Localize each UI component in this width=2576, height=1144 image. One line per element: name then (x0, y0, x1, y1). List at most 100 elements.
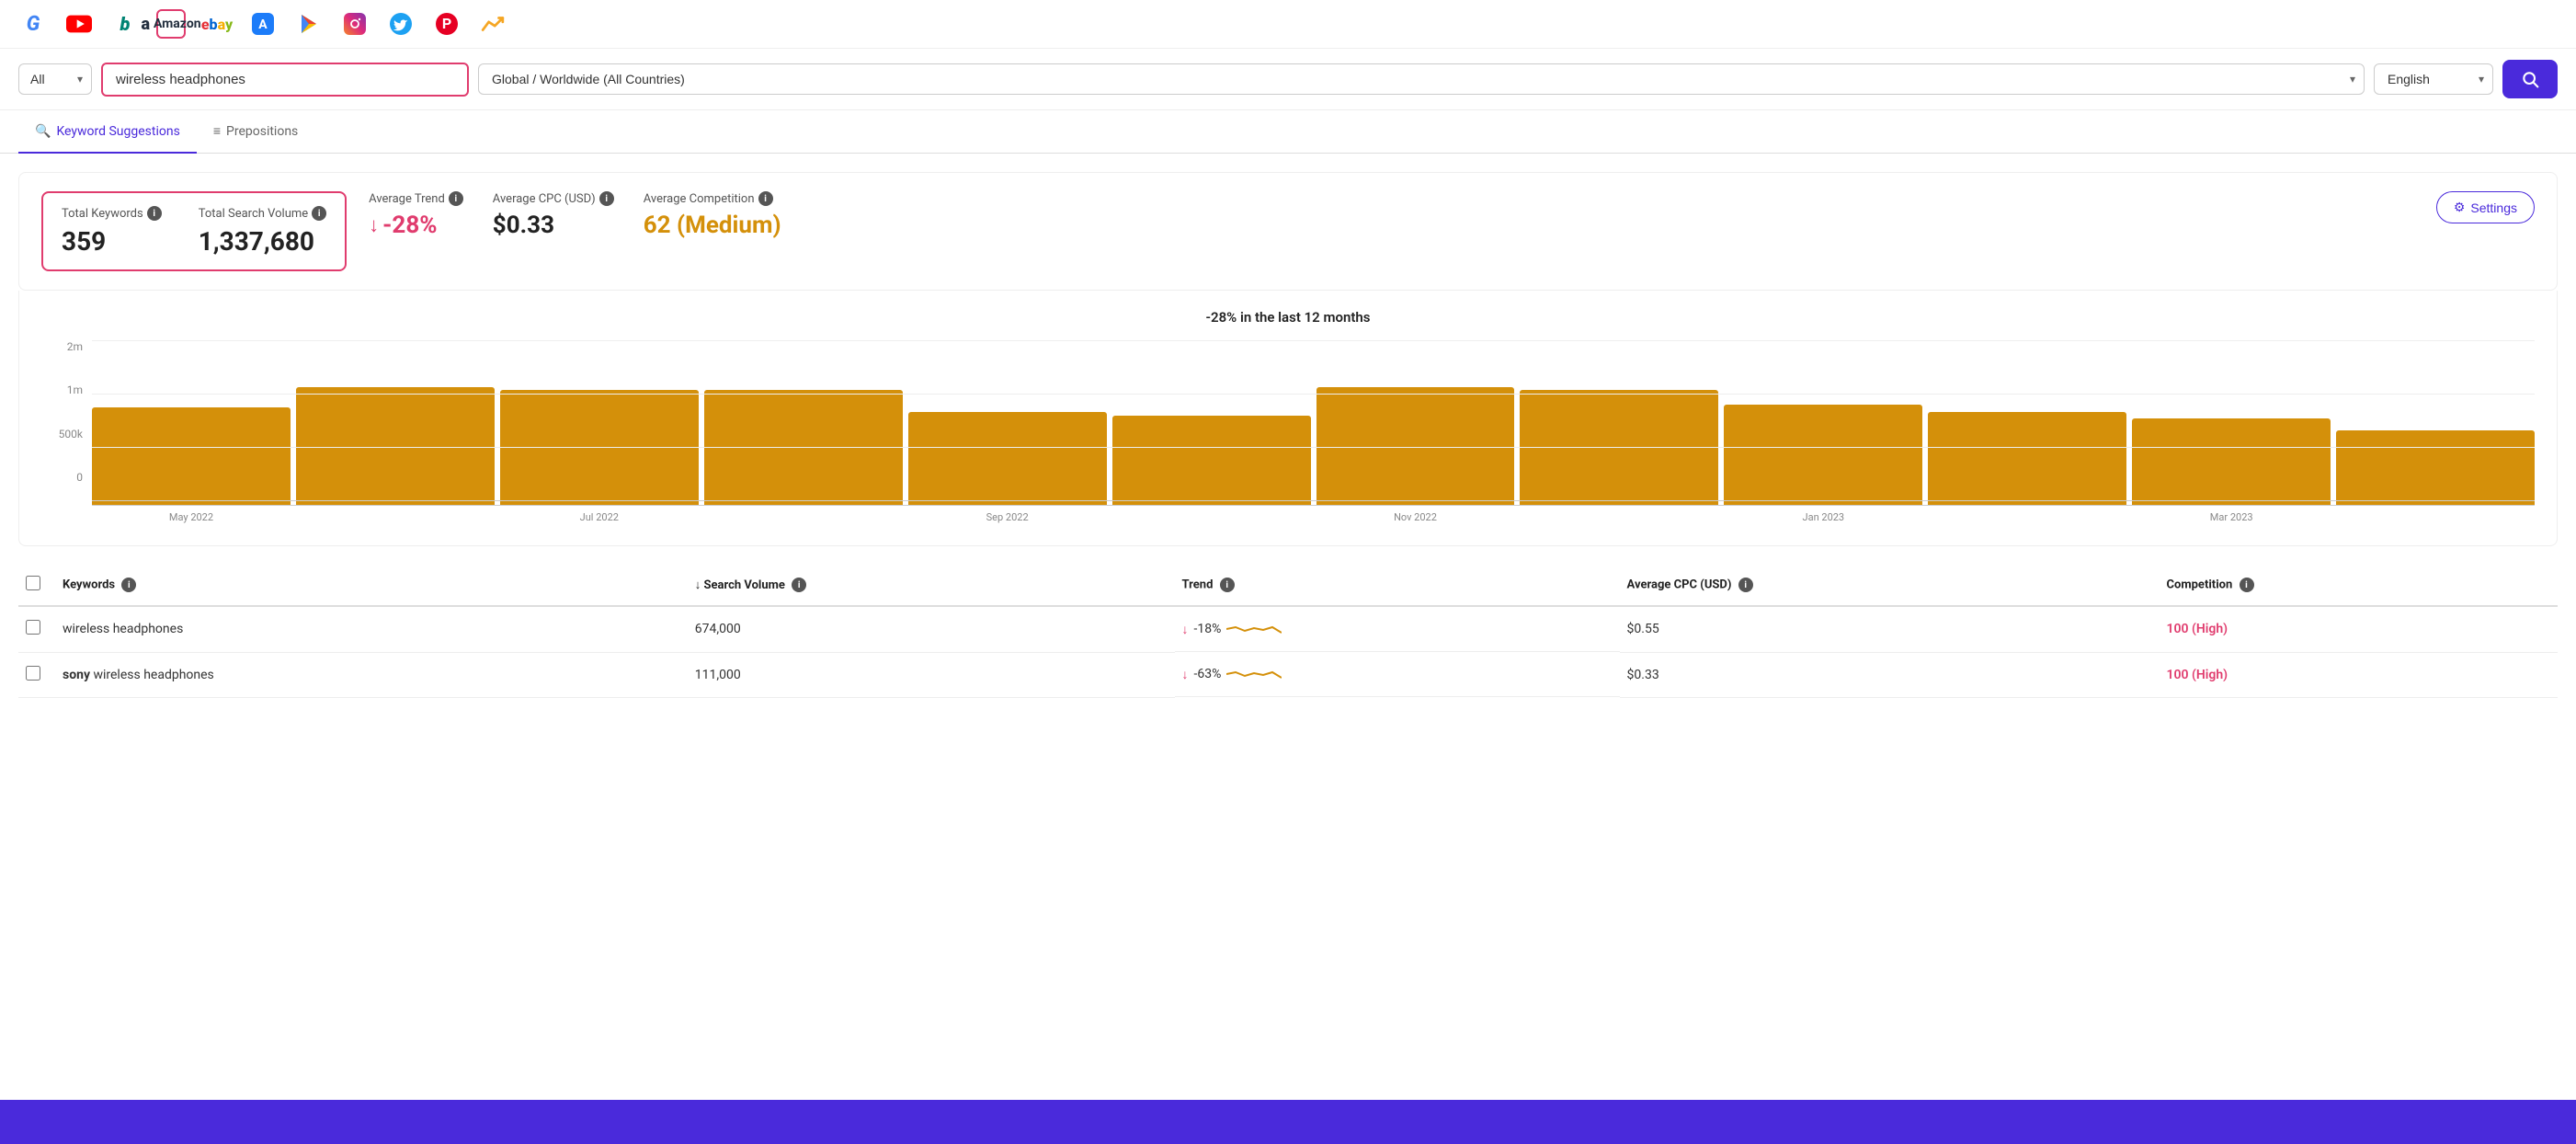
average-trend-label: Average Trend i (369, 191, 463, 206)
bar-label-11 (2336, 511, 2535, 523)
average-competition-info-icon[interactable]: i (758, 191, 773, 206)
average-cpc-info-icon[interactable]: i (599, 191, 614, 206)
total-search-volume-label: Total Search Volume i (199, 206, 326, 221)
chart-bars-container: May 2022Jul 2022Sep 2022Nov 2022Jan 2023… (92, 340, 2535, 523)
bar-1[interactable] (296, 387, 495, 505)
search-type-wrapper[interactable]: All (18, 63, 92, 95)
bar-8[interactable] (1724, 405, 1922, 505)
total-search-volume-info-icon[interactable]: i (312, 206, 326, 221)
table-row: sony wireless headphones111,000↓-63%$0.3… (18, 652, 2558, 697)
total-search-volume-card: Total Search Volume i 1,337,680 (199, 206, 326, 257)
trend-cell-0: ↓ -18% (1175, 607, 1620, 652)
bar-7[interactable] (1520, 390, 1718, 505)
language-select[interactable]: English (2374, 63, 2493, 95)
total-keywords-value: 359 (62, 226, 162, 257)
select-all-checkbox[interactable] (26, 576, 40, 590)
keywords-col-info-icon[interactable]: i (121, 578, 136, 592)
bar-label-6: Nov 2022 (1316, 511, 1515, 523)
bar-9[interactable] (1928, 412, 2126, 505)
bar-col-1 (296, 387, 495, 505)
bar-label-5 (1112, 511, 1311, 523)
youtube-nav-icon[interactable] (64, 9, 94, 39)
trend-arrow-down-icon: ↓ (369, 213, 379, 237)
bar-10[interactable] (2132, 418, 2331, 505)
chart-y-axis: 2m 1m 500k 0 (41, 340, 83, 506)
chart-container: 2m 1m 500k 0 May 2022 Jul 2022 Sep 2022 Nov… (41, 340, 2535, 523)
search-type-select[interactable]: All (18, 63, 92, 95)
location-wrapper[interactable]: Global / Worldwide (All Countries) (478, 63, 2365, 95)
average-trend-value: -28% (382, 212, 437, 239)
average-cpc-value: $0.33 (493, 212, 614, 239)
prepositions-icon: ≡ (213, 123, 221, 139)
competition-col-info-icon[interactable]: i (2240, 578, 2254, 592)
tab-prepositions[interactable]: ≡ Prepositions (197, 110, 314, 154)
trend-down-arrow-icon-1: ↓ (1182, 667, 1189, 682)
search-volume-col-info-icon[interactable]: i (792, 578, 806, 592)
average-cpc-label: Average CPC (USD) i (493, 191, 614, 206)
bar-col-10 (2132, 418, 2331, 505)
search-input[interactable] (116, 72, 454, 87)
bar-3[interactable] (704, 390, 903, 505)
bar-col-6 (1316, 387, 1515, 505)
amazon-nav-icon[interactable]: a Amazon (156, 9, 186, 39)
bar-col-11 (2336, 430, 2535, 505)
bar-label-10: Mar 2023 (2132, 511, 2331, 523)
stats-section: Total Keywords i 359 Total Search Volume… (18, 172, 2558, 291)
pinterest-nav-icon[interactable]: P (432, 9, 462, 39)
total-keywords-info-icon[interactable]: i (147, 206, 162, 221)
bar-5[interactable] (1112, 416, 1311, 505)
chart-section: -28% in the last 12 months 2m 1m 500k 0 … (18, 291, 2558, 546)
bar-4[interactable] (908, 412, 1107, 505)
competition-cell-0: 100 (High) (2160, 606, 2558, 652)
twitter-nav-icon[interactable] (386, 9, 416, 39)
search-volume-cell-1: 111,000 (688, 652, 1175, 697)
bars-row (92, 340, 2535, 506)
total-keywords-card: Total Keywords i 359 (62, 206, 162, 257)
average-cpc-card: Average CPC (USD) i $0.33 (493, 191, 614, 239)
row-checkbox-0[interactable] (26, 620, 40, 635)
table-header-avg-cpc: Average CPC (USD) i (1620, 565, 2160, 606)
trend-col-info-icon[interactable]: i (1220, 578, 1235, 592)
keyword-cell-1: sony wireless headphones (55, 652, 688, 697)
location-select[interactable]: Global / Worldwide (All Countries) (478, 63, 2365, 95)
bar-col-4 (908, 412, 1107, 505)
bottom-spacer (0, 698, 2576, 753)
bar-11[interactable] (2336, 430, 2535, 505)
trend-down-arrow-icon-0: ↓ (1182, 622, 1189, 637)
appstore-nav-icon[interactable]: A (248, 9, 278, 39)
sparkline-1 (1226, 665, 1282, 683)
prepositions-label: Prepositions (226, 124, 298, 139)
language-wrapper[interactable]: English (2374, 63, 2493, 95)
settings-button[interactable]: ⚙ Settings (2436, 191, 2535, 223)
total-keywords-label: Total Keywords i (62, 206, 162, 221)
google-nav-icon[interactable]: G (18, 9, 48, 39)
average-competition-card: Average Competition i 62 (Medium) (644, 191, 781, 239)
search-input-wrapper (101, 63, 469, 97)
svg-text:P: P (442, 15, 451, 32)
ebay-nav-icon[interactable]: ebay (202, 9, 232, 39)
bar-col-2 (500, 390, 699, 505)
bar-label-3 (704, 511, 903, 523)
bar-6[interactable] (1316, 387, 1515, 505)
trend-value-0: -18% (1194, 622, 1222, 636)
bing-nav-icon[interactable]: b (110, 9, 140, 39)
bar-label-4: Sep 2022 (908, 511, 1107, 523)
bar-2[interactable] (500, 390, 699, 505)
average-trend-info-icon[interactable]: i (449, 191, 463, 206)
bar-label-9 (1928, 511, 2126, 523)
bar-0[interactable] (92, 407, 291, 505)
trends-nav-icon[interactable] (478, 9, 507, 39)
table-section: Keywords i ↓ Search Volume i Trend i Ave… (18, 565, 2558, 698)
search-button[interactable] (2502, 60, 2558, 98)
trend-cell-1: ↓-63% (1175, 652, 1620, 697)
tab-keyword-suggestions[interactable]: 🔍 Keyword Suggestions (18, 111, 197, 154)
avg-cpc-cell-0: $0.55 (1620, 606, 2160, 652)
row-checkbox-1[interactable] (26, 666, 40, 681)
google-play-nav-icon[interactable] (294, 9, 324, 39)
instagram-nav-icon[interactable] (340, 9, 370, 39)
bar-label-2: Jul 2022 (500, 511, 699, 523)
top-navigation: G b a Amazon ebay A (0, 0, 2576, 49)
bar-label-0: May 2022 (92, 511, 291, 523)
table-header-search-volume: ↓ Search Volume i (688, 565, 1175, 606)
avg-cpc-col-info-icon[interactable]: i (1738, 578, 1753, 592)
